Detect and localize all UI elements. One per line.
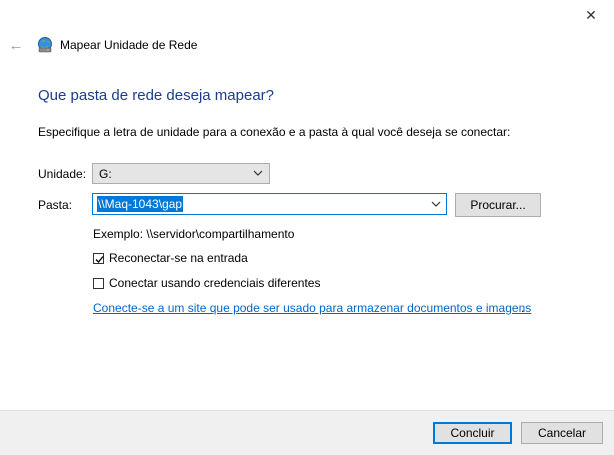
drive-label: Unidade:	[38, 167, 87, 181]
credentials-checkbox[interactable]	[93, 277, 104, 289]
reconnect-label: Reconectar-se na entrada	[109, 251, 248, 265]
back-arrow-icon: ←	[8, 36, 24, 54]
back-button[interactable]: ←	[6, 36, 26, 54]
folder-path-value: \\Maq-1043\gap	[97, 196, 184, 212]
credentials-checkbox-row[interactable]: Conectar usando credenciais diferentes	[93, 276, 320, 290]
close-button[interactable]: ✕	[576, 4, 606, 26]
finish-button[interactable]: Concluir	[433, 422, 512, 444]
folder-label: Pasta:	[38, 198, 73, 212]
chevron-down-icon	[253, 170, 263, 176]
drive-letter-select[interactable]: G:	[92, 163, 270, 184]
close-icon: ✕	[585, 6, 597, 23]
link-period: .	[521, 301, 525, 315]
page-title: Que pasta de rede deseja mapear?	[38, 87, 274, 104]
cancel-button[interactable]: Cancelar	[521, 422, 603, 444]
drive-letter-value: G:	[99, 166, 112, 181]
browse-button[interactable]: Procurar...	[455, 193, 541, 217]
folder-input[interactable]: \\Maq-1043\gap	[92, 193, 447, 215]
network-drive-icon	[36, 36, 54, 54]
storage-site-link[interactable]: Conecte-se a um site que pode ser usado …	[93, 301, 531, 315]
checkmark-icon	[95, 255, 104, 263]
reconnect-checkbox[interactable]	[93, 252, 104, 264]
reconnect-checkbox-row[interactable]: Reconectar-se na entrada	[93, 251, 248, 265]
credentials-label: Conectar usando credenciais diferentes	[109, 276, 321, 290]
example-text: Exemplo: \\servidor\compartilhamento	[93, 227, 295, 241]
window-title: Mapear Unidade de Rede	[60, 38, 198, 52]
chevron-down-icon[interactable]	[430, 198, 442, 210]
instruction-text: Especifique a letra de unidade para a co…	[38, 125, 511, 139]
